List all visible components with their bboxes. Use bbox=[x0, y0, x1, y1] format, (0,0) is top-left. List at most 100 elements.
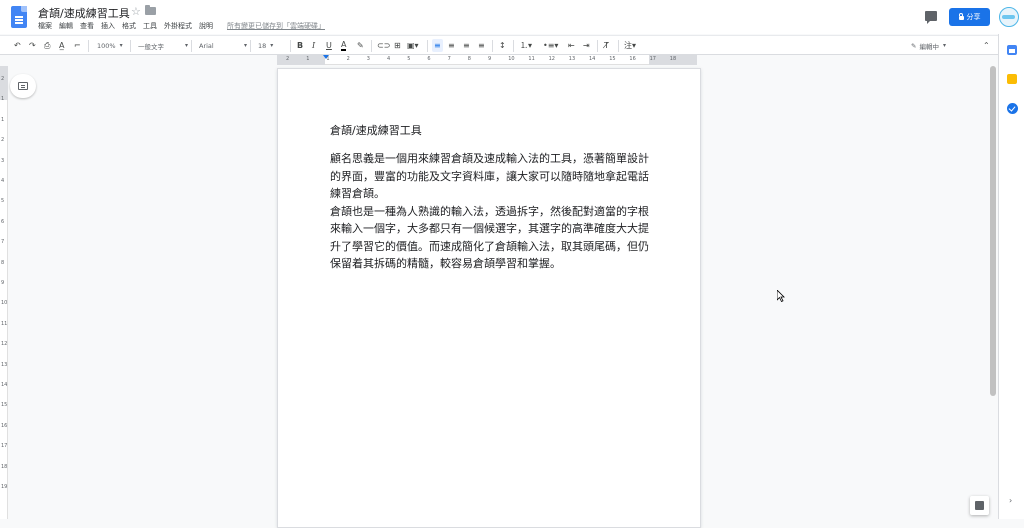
save-status[interactable]: 所有變更已儲存到「雲端硬碟」 bbox=[227, 21, 325, 31]
document-title[interactable]: 倉頡/速成練習工具 bbox=[38, 5, 130, 21]
collapse-menu-icon[interactable]: ⌃ bbox=[983, 39, 990, 52]
vruler-number: 11 bbox=[1, 320, 8, 327]
insert-image-icon[interactable]: ▣▾ bbox=[407, 39, 419, 52]
link-icon[interactable]: ⊂⊃ bbox=[377, 39, 390, 52]
document-body[interactable]: 顧名思義是一個用來練習倉頡及速成輸入法的工具，憑著簡單設計的界面，豐富的功能及文… bbox=[330, 150, 651, 273]
pencil-icon: ✎ bbox=[911, 41, 917, 50]
vruler-number: 15 bbox=[1, 402, 8, 409]
vruler-number: 7 bbox=[1, 239, 5, 246]
font-select[interactable]: Arial bbox=[199, 39, 247, 52]
document-page[interactable]: 倉頡/速成練習工具 顧名思義是一個用來練習倉頡及速成輸入法的工具，憑著簡單設計的… bbox=[277, 68, 701, 528]
ruler-number: 17 bbox=[649, 56, 656, 62]
clear-formatting-icon[interactable]: T̸ bbox=[604, 39, 609, 52]
vruler-number: 8 bbox=[1, 259, 5, 266]
ruler-number: 12 bbox=[548, 56, 555, 62]
comments-icon[interactable] bbox=[925, 11, 937, 24]
vruler-number: 12 bbox=[1, 341, 8, 348]
ruler-left-margin bbox=[277, 55, 325, 65]
style-select[interactable]: 一般文字 bbox=[138, 39, 188, 52]
vruler-number: 6 bbox=[1, 218, 5, 225]
add-comment-icon[interactable]: ⊞ bbox=[394, 39, 401, 52]
menu-view[interactable]: 查看 bbox=[80, 21, 94, 31]
vertical-ruler[interactable]: 2 1 1 2 3 4 5 6 7 8 9 10 11 12 13 14 15 16 17 18 19 bbox=[0, 66, 8, 519]
italic-button[interactable]: I bbox=[312, 39, 315, 52]
ruler-number: 5 bbox=[407, 56, 411, 62]
line-spacing-icon[interactable]: ↕ bbox=[499, 39, 506, 52]
input-tools-icon[interactable]: 注▾ bbox=[624, 39, 636, 52]
vruler-number: 9 bbox=[1, 280, 5, 286]
numbered-list-icon[interactable]: ⒈▾ bbox=[520, 39, 532, 52]
keep-icon[interactable] bbox=[1007, 74, 1017, 84]
star-icon[interactable]: ☆ bbox=[131, 5, 141, 18]
align-right-button[interactable]: ≡ bbox=[463, 39, 470, 52]
folder-icon[interactable] bbox=[145, 5, 156, 15]
vruler-number: 10 bbox=[1, 300, 8, 307]
align-left-button[interactable]: ≡ bbox=[432, 39, 443, 52]
menu-edit[interactable]: 編輯 bbox=[59, 21, 73, 31]
underline-button[interactable]: U bbox=[326, 39, 332, 52]
undo-icon[interactable]: ↶ bbox=[14, 39, 21, 52]
ruler-number: 7 bbox=[447, 56, 451, 62]
align-center-button[interactable]: ≡ bbox=[448, 39, 455, 52]
paragraph[interactable]: 倉頡也是一種為人熟識的輸入法，透過拆字，然後配對適當的字根來輸入一個字，大多都只… bbox=[330, 203, 651, 273]
menu-tools[interactable]: 工具 bbox=[143, 21, 157, 31]
ruler-number: 16 bbox=[629, 56, 636, 62]
ruler-number: 8 bbox=[467, 56, 471, 62]
vruler-number: 1 bbox=[1, 116, 5, 123]
share-label: 分享 bbox=[966, 13, 981, 21]
text-color-button[interactable]: A bbox=[341, 39, 347, 52]
chevron-right-icon[interactable]: › bbox=[1009, 496, 1012, 505]
ruler-number: 4 bbox=[387, 56, 391, 62]
vruler-number: 19 bbox=[1, 484, 8, 490]
font-value: Arial bbox=[199, 41, 214, 50]
calendar-icon[interactable] bbox=[1007, 45, 1017, 55]
redo-icon[interactable]: ↷ bbox=[29, 39, 36, 52]
menu-format[interactable]: 格式 bbox=[122, 21, 136, 31]
ruler-number: 1 bbox=[326, 56, 330, 62]
docs-logo-icon[interactable] bbox=[11, 6, 27, 28]
ruler-number: 15 bbox=[609, 56, 616, 62]
ruler-number: 18 bbox=[669, 56, 677, 62]
vruler-number: 2 bbox=[1, 137, 5, 144]
menu-help[interactable]: 說明 bbox=[199, 21, 213, 31]
menu-file[interactable]: 檔案 bbox=[38, 21, 52, 31]
align-justify-button[interactable]: ≡ bbox=[478, 39, 485, 52]
print-icon[interactable]: ⎙ bbox=[44, 39, 50, 52]
share-button[interactable]: 分享 bbox=[949, 8, 990, 26]
editing-mode-select[interactable]: ✎ 編輯中 bbox=[911, 39, 946, 52]
outline-icon bbox=[18, 82, 28, 90]
avatar[interactable] bbox=[999, 7, 1019, 27]
highlight-icon[interactable]: ✎ bbox=[357, 39, 364, 52]
increase-indent-icon[interactable]: ⇥ bbox=[583, 39, 590, 52]
menu-insert[interactable]: 插入 bbox=[101, 21, 115, 31]
tasks-icon[interactable] bbox=[1007, 103, 1018, 114]
document-outline-button[interactable] bbox=[10, 74, 36, 98]
vruler-number: 18 bbox=[1, 463, 8, 470]
ruler-number: 3 bbox=[366, 56, 370, 62]
explore-button[interactable] bbox=[970, 496, 989, 515]
ruler-number: 10 bbox=[508, 56, 515, 62]
paragraph[interactable]: 顧名思義是一個用來練習倉頡及速成輸入法的工具，憑著簡單設計的界面，豐富的功能及文… bbox=[330, 150, 651, 203]
zoom-select[interactable]: 100% bbox=[97, 39, 123, 52]
vruler-number: 16 bbox=[1, 422, 8, 429]
vruler-number: 13 bbox=[1, 361, 8, 368]
menu-addons[interactable]: 外掛程式 bbox=[164, 21, 192, 31]
vruler-number: 2 bbox=[1, 76, 5, 82]
font-size-select[interactable]: 18 bbox=[258, 39, 273, 52]
app-header: 倉頡/速成練習工具 ☆ 檔案 編輯 查看 插入 格式 工具 外掛程式 說明 所有… bbox=[0, 0, 1024, 34]
paint-format-icon[interactable]: ⌐ bbox=[74, 39, 81, 52]
ruler-number: 9 bbox=[488, 56, 492, 62]
bulleted-list-icon[interactable]: •≡▾ bbox=[543, 39, 558, 52]
decrease-indent-icon[interactable]: ⇤ bbox=[568, 39, 575, 52]
horizontal-ruler[interactable]: 2 1 1 2 3 4 5 6 7 8 9 10 11 12 13 14 15 16 17 18 bbox=[277, 55, 697, 65]
vruler-number: 1 bbox=[1, 96, 5, 103]
vertical-scrollbar[interactable] bbox=[990, 66, 996, 396]
vruler-number: 14 bbox=[1, 382, 8, 388]
menu-bar: 檔案 編輯 查看 插入 格式 工具 外掛程式 說明 bbox=[38, 21, 213, 31]
style-value: 一般文字 bbox=[138, 42, 164, 51]
bold-button[interactable]: B bbox=[297, 39, 303, 52]
document-heading[interactable]: 倉頡/速成練習工具 bbox=[330, 122, 422, 138]
spellcheck-icon[interactable]: A̲ bbox=[59, 39, 64, 52]
toolbar: ↶ ↷ ⎙ A̲ ⌐ 100% 一般文字 Arial 18 B I U A ✎ … bbox=[0, 35, 1024, 55]
vruler-top-margin bbox=[0, 66, 8, 100]
